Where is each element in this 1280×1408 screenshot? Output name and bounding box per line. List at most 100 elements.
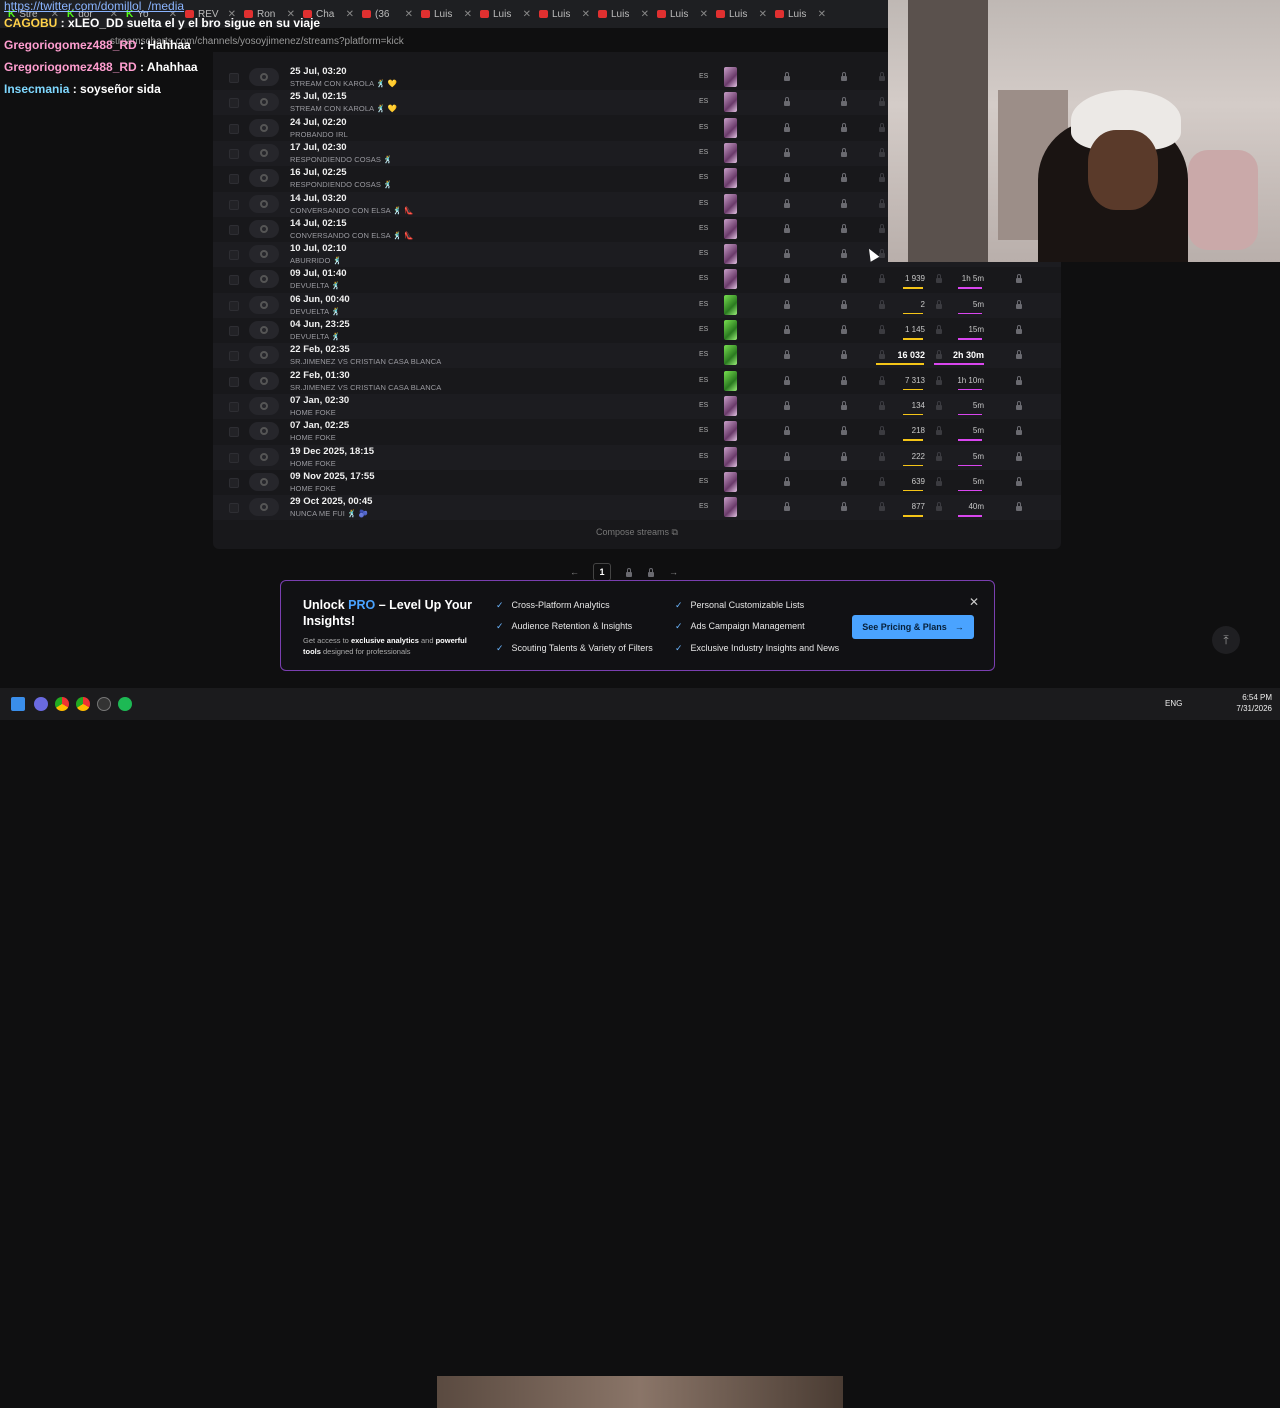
row-checkbox[interactable] bbox=[229, 224, 239, 235]
windows-start-icon[interactable] bbox=[11, 697, 25, 711]
close-tab-icon[interactable]: ✕ bbox=[464, 9, 472, 20]
category-thumbnail[interactable] bbox=[724, 497, 737, 518]
spotify-icon[interactable] bbox=[118, 697, 132, 711]
see-pricing-button[interactable]: See Pricing & Plans → bbox=[852, 615, 974, 639]
row-checkbox[interactable] bbox=[229, 123, 239, 134]
chat-link[interactable]: https://twitter.com/domillol_/media bbox=[4, 0, 214, 12]
table-row[interactable]: 22 Feb, 01:30 SR.JIMENEZ VS CRISTIAN CASA… bbox=[213, 369, 1061, 394]
category-thumbnail[interactable] bbox=[724, 67, 737, 87]
close-tab-icon[interactable]: ✕ bbox=[818, 9, 826, 20]
browser-tab[interactable]: Luis ✕ bbox=[653, 4, 712, 24]
page-1-button[interactable]: 1 bbox=[593, 563, 611, 581]
row-checkbox[interactable] bbox=[229, 477, 239, 488]
table-row[interactable]: 07 Jan, 02:30 HOME FOKE ES 134 5m bbox=[213, 393, 1061, 419]
compose-streams-button[interactable]: Compose streams ⧉ bbox=[213, 527, 1061, 538]
category-thumbnail[interactable] bbox=[724, 294, 737, 315]
category-thumbnail[interactable] bbox=[724, 269, 737, 290]
prev-page-button[interactable]: ← bbox=[570, 567, 579, 577]
chrome-icon[interactable] bbox=[76, 697, 90, 711]
table-row[interactable]: 29 Oct 2025, 00:45 NUNCA ME FUI 🕺 🫐 ES 877 4… bbox=[213, 495, 1061, 521]
close-tab-icon[interactable]: ✕ bbox=[759, 9, 767, 20]
category-thumbnail[interactable] bbox=[724, 168, 737, 189]
play-icon[interactable] bbox=[249, 143, 279, 162]
close-tab-icon[interactable]: ✕ bbox=[641, 9, 649, 20]
row-checkbox[interactable] bbox=[229, 199, 239, 210]
browser-tab[interactable]: Luis ✕ bbox=[712, 4, 771, 24]
table-row[interactable]: 06 Jun, 00:40 DEVUELTA 🕺 ES 2 5m bbox=[213, 292, 1061, 318]
obs-icon[interactable] bbox=[97, 697, 111, 711]
play-icon[interactable] bbox=[249, 194, 279, 213]
table-row[interactable]: 09 Jul, 01:40 DEVUELTA 🕺 ES 1 939 1h 5m bbox=[213, 267, 1061, 292]
play-icon[interactable] bbox=[249, 169, 279, 188]
table-row[interactable]: 09 Nov 2025, 17:55 HOME FOKE ES 639 5m bbox=[213, 470, 1061, 495]
browser-tab[interactable]: Luis ✕ bbox=[476, 4, 535, 24]
table-row[interactable]: 19 Dec 2025, 18:15 HOME FOKE ES 222 5m bbox=[213, 444, 1061, 470]
row-checkbox[interactable] bbox=[229, 427, 239, 438]
play-icon[interactable] bbox=[249, 321, 279, 339]
browser-tab[interactable]: (36 ✕ bbox=[358, 4, 417, 24]
category-thumbnail[interactable] bbox=[724, 395, 737, 416]
close-tab-icon[interactable]: ✕ bbox=[582, 9, 590, 20]
browser-tab[interactable]: Luis ✕ bbox=[535, 4, 594, 24]
play-icon[interactable] bbox=[249, 270, 279, 289]
category-thumbnail[interactable] bbox=[724, 446, 737, 467]
row-checkbox[interactable] bbox=[229, 300, 239, 311]
play-icon[interactable] bbox=[249, 498, 279, 517]
row-checkbox[interactable] bbox=[229, 452, 239, 463]
browser-tab[interactable]: Luis ✕ bbox=[771, 4, 830, 24]
viewers-value: 2 bbox=[920, 299, 925, 309]
stream-language: ES bbox=[699, 300, 709, 308]
play-icon[interactable] bbox=[249, 118, 279, 137]
table-row[interactable]: 04 Jun, 23:25 DEVUELTA 🕺 ES 1 145 15m bbox=[213, 318, 1061, 343]
row-checkbox[interactable] bbox=[229, 401, 239, 412]
play-icon[interactable] bbox=[249, 472, 279, 491]
row-checkbox[interactable] bbox=[229, 250, 239, 261]
play-icon[interactable] bbox=[249, 396, 279, 415]
play-icon[interactable] bbox=[249, 68, 279, 86]
row-checkbox[interactable] bbox=[229, 174, 239, 185]
scroll-to-top-button[interactable]: ⤒ bbox=[1212, 626, 1240, 654]
category-thumbnail[interactable] bbox=[724, 142, 737, 163]
browser-tab[interactable]: Luis ✕ bbox=[594, 4, 653, 24]
row-checkbox[interactable] bbox=[229, 98, 239, 109]
close-icon[interactable]: ✕ bbox=[969, 595, 979, 609]
close-tab-icon[interactable]: ✕ bbox=[346, 9, 354, 20]
category-thumbnail[interactable] bbox=[724, 370, 737, 391]
play-icon[interactable] bbox=[249, 295, 279, 314]
category-thumbnail[interactable] bbox=[724, 117, 737, 138]
category-thumbnail[interactable] bbox=[724, 471, 737, 492]
play-icon[interactable] bbox=[249, 93, 279, 112]
duration-bar bbox=[958, 287, 982, 289]
category-thumbnail[interactable] bbox=[724, 421, 737, 442]
row-checkbox[interactable] bbox=[229, 73, 239, 83]
close-tab-icon[interactable]: ✕ bbox=[523, 9, 531, 20]
discord-icon[interactable] bbox=[34, 697, 48, 711]
browser-tab[interactable]: Luis ✕ bbox=[417, 4, 476, 24]
play-icon[interactable] bbox=[249, 371, 279, 390]
play-icon[interactable] bbox=[249, 245, 279, 264]
play-icon[interactable] bbox=[249, 422, 279, 441]
close-tab-icon[interactable]: ✕ bbox=[405, 9, 413, 20]
table-row[interactable]: 07 Jan, 02:25 HOME FOKE ES 218 5m bbox=[213, 419, 1061, 444]
category-thumbnail[interactable] bbox=[724, 244, 737, 265]
play-icon[interactable] bbox=[249, 346, 279, 365]
system-clock[interactable]: 6:54 PM 7/31/2026 bbox=[1236, 692, 1272, 714]
close-tab-icon[interactable]: ✕ bbox=[700, 9, 708, 20]
play-icon[interactable] bbox=[249, 447, 279, 466]
row-checkbox[interactable] bbox=[229, 148, 239, 159]
category-thumbnail[interactable] bbox=[724, 218, 737, 239]
category-thumbnail[interactable] bbox=[724, 193, 737, 214]
input-language[interactable]: ENG bbox=[1165, 699, 1182, 708]
row-checkbox[interactable] bbox=[229, 275, 239, 286]
row-checkbox[interactable] bbox=[229, 351, 239, 362]
row-checkbox[interactable] bbox=[229, 326, 239, 336]
chrome-icon[interactable] bbox=[55, 697, 69, 711]
play-icon[interactable] bbox=[249, 219, 279, 238]
category-thumbnail[interactable] bbox=[724, 345, 737, 366]
table-row[interactable]: 22 Feb, 02:35 SR.JIMENEZ VS CRISTIAN CASA… bbox=[213, 343, 1061, 369]
category-thumbnail[interactable] bbox=[724, 320, 737, 340]
category-thumbnail[interactable] bbox=[724, 92, 737, 113]
next-page-button[interactable]: → bbox=[669, 567, 678, 577]
row-checkbox[interactable] bbox=[229, 376, 239, 387]
row-checkbox[interactable] bbox=[229, 503, 239, 514]
